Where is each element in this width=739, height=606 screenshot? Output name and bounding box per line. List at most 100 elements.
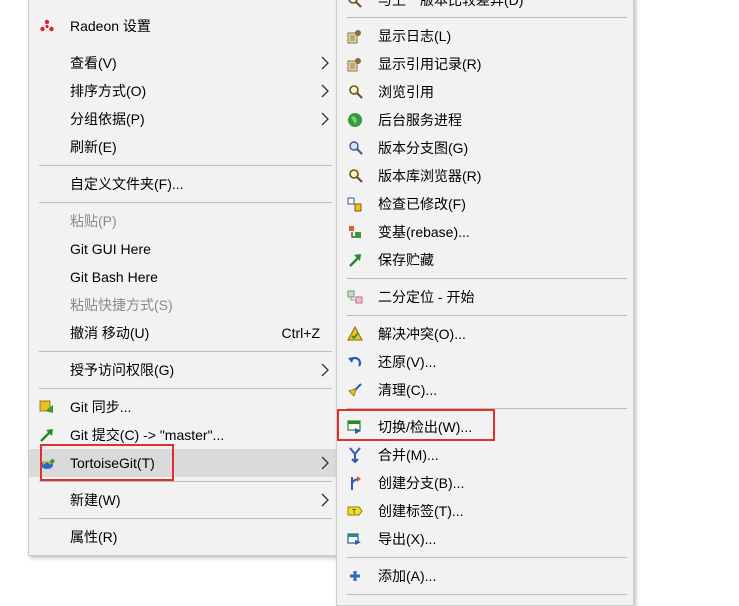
radeon-icon [40,19,54,32]
menu-item-label: 查看(V) [70,55,117,71]
chevron-right-icon [321,456,329,470]
menu-separator [39,388,332,389]
annotation-highlight-tortoisegit [40,444,174,481]
menu-item-label: Radeon 设置 [70,18,151,34]
menu-item-label: 粘贴(P) [70,213,117,229]
menu-item-sort[interactable]: 排序方式(O) [29,77,338,105]
menu-item-label: 创建标签(T)... [378,503,464,519]
tortoisegit-submenu: 与上一版本比较差异(D) 显示日志(L) 显示引用记录(R) 浏览引用 后台服务… [336,0,634,606]
menu-item-label: 自定义文件夹(F)... [70,176,184,192]
menu-item-view[interactable]: 查看(V) [29,49,338,77]
menu-item-label: 导出(X)... [378,531,437,547]
submenu-item-add[interactable]: 添加(A)... [337,562,633,590]
menu-item-label: 版本分支图(G) [378,140,469,156]
menu-item-shortcut: Ctrl+Z [281,325,321,341]
chevron-right-icon [321,56,329,70]
commit-arrow-icon [40,429,53,442]
menu-item-label: 保存贮藏 [378,252,434,268]
submenu-item-revision-graph[interactable]: 版本分支图(G) [337,134,633,162]
menu-item-label: 分组依据(P) [70,111,145,127]
git-sync-icon [39,400,53,413]
annotation-highlight-switch-checkout [337,409,495,441]
menu-item-label: 与上一版本比较差异(D) [378,0,524,8]
log-icon [347,30,361,44]
revert-icon [348,356,362,367]
menu-separator [39,518,332,519]
submenu-item-create-tag[interactable]: T 创建标签(T)... [337,497,633,525]
submenu-item-revert[interactable]: 还原(V)... [337,348,633,376]
menu-item-label: 授予访问权限(G) [70,362,175,378]
menu-item-label: 刷新(E) [70,139,117,155]
menu-item-label: 撤消 移动(U) [70,325,150,341]
submenu-item-browse-refs[interactable]: 浏览引用 [337,78,633,106]
branch-icon [351,476,361,490]
submenu-item-show-log[interactable]: 显示日志(L) [337,22,633,50]
submenu-item-show-reflog[interactable]: 显示引用记录(R) [337,50,633,78]
broom-icon [348,383,362,397]
menu-separator [39,202,332,203]
plus-icon [350,571,360,581]
globe-icon [348,113,362,127]
menu-separator [347,278,627,279]
menu-item-refresh[interactable]: 刷新(E) [29,133,338,161]
menu-item-label: Git 同步... [70,399,132,415]
menu-item-label: 合并(M)... [378,447,439,463]
menu-item-label: 创建分支(B)... [378,475,465,491]
menu-item-label: 解决冲突(O)... [378,326,466,342]
chevron-right-icon [321,363,329,377]
submenu-item-create-branch[interactable]: 创建分支(B)... [337,469,633,497]
submenu-item-cleanup[interactable]: 清理(C)... [337,376,633,404]
repo-browser-icon [349,169,363,183]
menu-item-git-bash[interactable]: Git Bash Here [29,263,338,291]
menu-item-label: 版本库浏览器(R) [378,168,482,184]
menu-separator [39,351,332,352]
submenu-item-diff[interactable]: 与上一版本比较差异(D) [337,0,633,14]
menu-item-group[interactable]: 分组依据(P) [29,105,338,133]
submenu-item-merge[interactable]: 合并(M)... [337,441,633,469]
warning-icon [347,326,363,341]
menu-item-label: 属性(R) [70,529,118,545]
menu-item-label: 添加(A)... [378,568,437,584]
export-icon [347,533,361,545]
submenu-item-bisect[interactable]: 二分定位 - 开始 [337,283,633,311]
diff-icon [348,0,362,8]
menu-item-undo-move[interactable]: 撤消 移动(U) Ctrl+Z [29,319,338,347]
menu-separator [39,165,332,166]
bisect-icon [347,290,363,304]
menu-item-paste[interactable]: 粘贴(P) [29,207,338,235]
submenu-item-rebase[interactable]: 变基(rebase)... [337,218,633,246]
submenu-item-export[interactable]: 导出(X)... [337,525,633,553]
magnifier-icon [349,85,363,99]
menu-item-git-gui[interactable]: Git GUI Here [29,235,338,263]
menu-separator [347,557,627,558]
menu-item-paste-shortcut[interactable]: 粘贴快捷方式(S) [29,291,338,319]
stash-arrow-icon [349,254,361,267]
submenu-item-check-modifications[interactable]: 检查已修改(F) [337,190,633,218]
menu-separator [347,17,627,18]
merge-icon [349,447,361,463]
menu-item-grant-access[interactable]: 授予访问权限(G) [29,356,338,384]
menu-item-git-sync[interactable]: Git 同步... [29,393,338,421]
menu-item-label: 还原(V)... [378,354,437,370]
menu-item-customize[interactable]: 自定义文件夹(F)... [29,170,338,198]
menu-item-radeon[interactable]: Radeon 设置 [29,12,338,40]
menu-item-properties[interactable]: 属性(R) [29,523,338,551]
svg-text:T: T [351,508,357,516]
menu-item-label: 显示引用记录(R) [378,56,482,72]
menu-item-label: 显示日志(L) [378,28,452,44]
rebase-icon [349,226,361,238]
check-modifications-icon [347,197,362,212]
reflog-icon [347,58,361,72]
menu-item-label: 粘贴快捷方式(S) [70,297,173,313]
submenu-item-daemon[interactable]: 后台服务进程 [337,106,633,134]
menu-separator [347,315,627,316]
chevron-right-icon [321,112,329,126]
menu-item-label: 排序方式(O) [70,83,147,99]
menu-separator [39,481,332,482]
tag-icon: T [347,506,363,516]
submenu-item-stash[interactable]: 保存贮藏 [337,246,633,274]
menu-item-new[interactable]: 新建(W) [29,486,338,514]
submenu-item-repo-browser[interactable]: 版本库浏览器(R) [337,162,633,190]
chevron-right-icon [321,84,329,98]
submenu-item-resolve[interactable]: 解决冲突(O)... [337,320,633,348]
